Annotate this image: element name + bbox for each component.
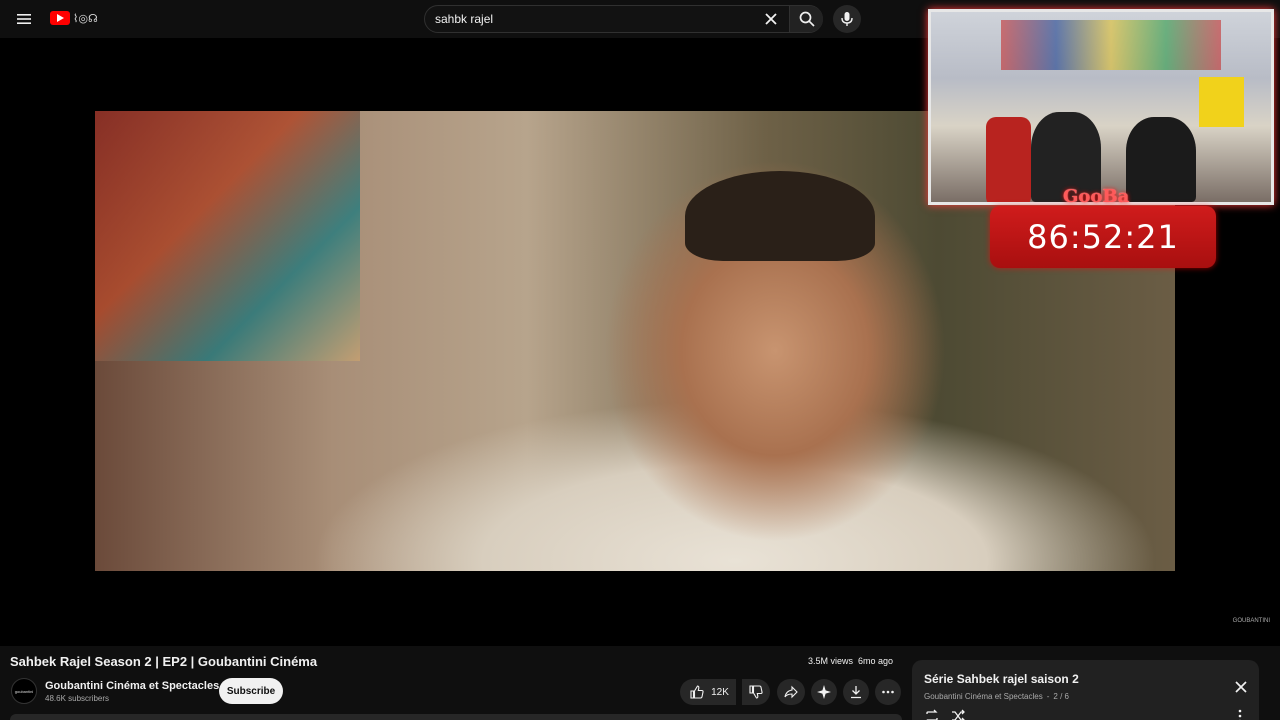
voice-search-button[interactable]: [833, 5, 861, 33]
video-title: Sahbek Rajel Season 2 | EP2 | Goubantini…: [10, 654, 318, 669]
clear-search-icon[interactable]: [761, 9, 781, 29]
playlist-subtitle: Goubantini Cinéma et Spectacles - 2 / 6: [924, 692, 1069, 701]
flags-banner: [1001, 20, 1221, 70]
subscribe-button[interactable]: Subscribe: [219, 678, 283, 704]
download-button[interactable]: [843, 679, 869, 705]
playlist-owner[interactable]: Goubantini Cinéma et Spectacles: [924, 692, 1043, 701]
wall-painting: [95, 111, 360, 361]
playlist-more-icon[interactable]: [1232, 708, 1248, 720]
view-count: 3.5M views: [808, 656, 854, 666]
share-button[interactable]: [777, 679, 805, 705]
webcam-overlay: [928, 9, 1274, 205]
search-button[interactable]: [789, 6, 823, 32]
share-icon: [784, 685, 798, 699]
youtube-play-icon: [50, 11, 70, 25]
ask-ai-button[interactable]: [811, 679, 837, 705]
jersey-on-wall: [1199, 77, 1244, 127]
video-meta: 3.5M views 6mo ago: [808, 656, 893, 666]
thumbs-up-icon: [690, 685, 704, 699]
overlay-label: GooBa: [1063, 186, 1130, 207]
subject-hair: [685, 171, 875, 261]
like-button[interactable]: 12K: [680, 679, 736, 705]
subscriber-count: 48.6K subscribers: [45, 694, 110, 703]
timer-value: 86:52:21: [1027, 218, 1179, 256]
search-box: [424, 5, 823, 33]
dislike-button[interactable]: [742, 679, 770, 705]
like-count: 12K: [711, 686, 729, 698]
playlist-separator: -: [1046, 692, 1050, 701]
channel-name[interactable]: Goubantini Cinéma et Spectacles: [45, 680, 219, 692]
doodle-icon: ⌇◎☊: [73, 11, 98, 25]
shuffle-icon[interactable]: [950, 708, 966, 720]
channel-avatar[interactable]: goubantini: [11, 678, 37, 704]
search-icon: [799, 11, 815, 27]
playlist-position: 2 / 6: [1053, 692, 1069, 701]
streamer-right: [1126, 117, 1196, 202]
download-icon: [851, 686, 861, 699]
menu-icon[interactable]: [14, 9, 34, 29]
search-input[interactable]: [435, 6, 755, 32]
playlist-panel: Série Sahbek rajel saison 2 Goubantini C…: [912, 660, 1259, 720]
thumbs-down-icon: [749, 685, 763, 699]
loop-playlist-icon[interactable]: [924, 708, 940, 720]
close-playlist-icon[interactable]: [1232, 678, 1250, 696]
more-horizontal-icon: [882, 690, 894, 694]
upload-age: 6mo ago: [858, 656, 894, 666]
more-actions-button[interactable]: [875, 679, 901, 705]
stream-timer: 86:52:21: [990, 206, 1216, 268]
description-box[interactable]: [10, 714, 902, 720]
sparkle-icon: [817, 685, 831, 699]
playlist-title[interactable]: Série Sahbek rajel saison 2: [924, 672, 1079, 686]
avatar-text: goubantini: [14, 688, 34, 694]
channel-watermark[interactable]: GOUBANTINI: [1233, 618, 1270, 624]
microphone-icon: [841, 12, 853, 26]
gaming-chair: [986, 117, 1031, 202]
youtube-logo[interactable]: ⌇◎☊: [50, 10, 98, 26]
